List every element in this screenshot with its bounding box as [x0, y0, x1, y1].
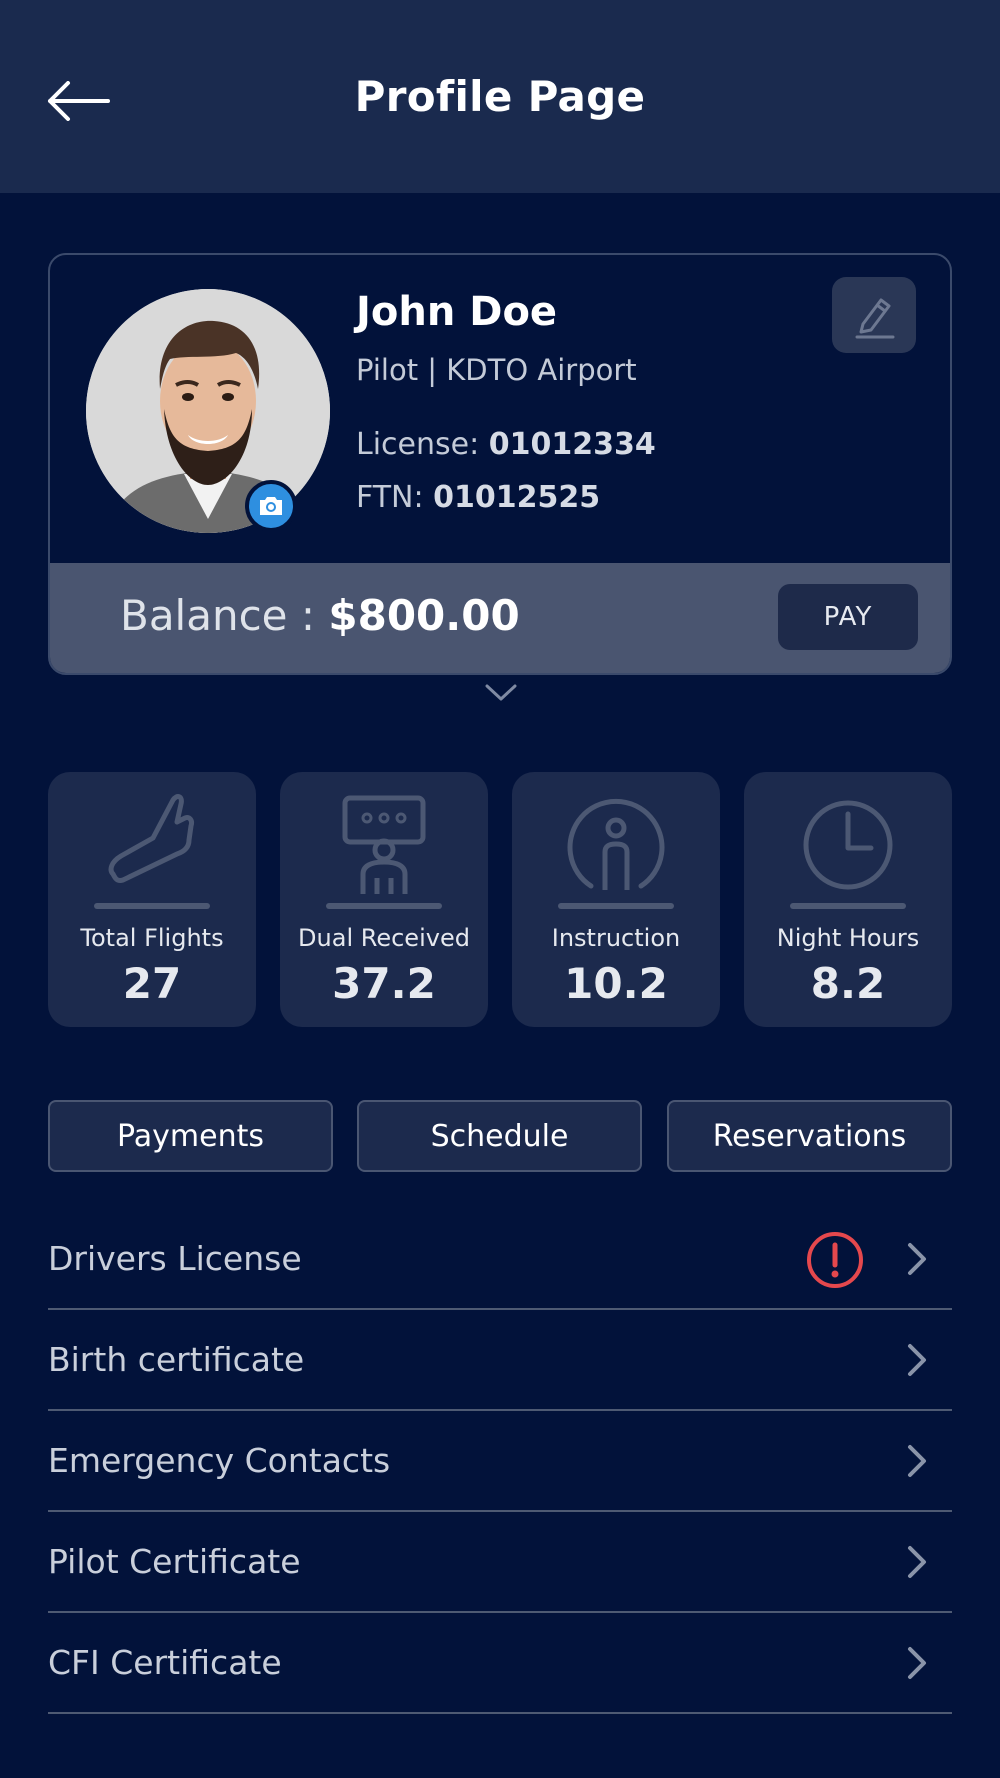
ftn-number: FTN: 01012525 — [356, 480, 600, 515]
chevron-down-icon — [485, 684, 517, 701]
chevron-right-icon — [908, 1344, 926, 1376]
chevron-right-icon — [908, 1445, 926, 1477]
tab-payments[interactable]: Payments — [48, 1100, 333, 1172]
list-item-label: CFI Certificate — [48, 1643, 282, 1682]
tab-schedule[interactable]: Schedule — [357, 1100, 642, 1172]
alert-icon — [807, 1232, 863, 1288]
chevron-right-icon — [908, 1546, 926, 1578]
stat-value: 27 — [122, 959, 182, 1008]
expand-button[interactable] — [484, 680, 518, 706]
stat-card-dual-received[interactable]: Dual Received 37.2 — [280, 772, 488, 1027]
list-item-emergency-contacts[interactable]: Emergency Contacts — [48, 1411, 952, 1512]
stat-label: Dual Received — [298, 924, 470, 952]
user-role: Pilot | KDTO Airport — [356, 353, 637, 387]
balance-amount: $800.00 — [328, 591, 520, 640]
balance-bar: Balance : $800.00 PAY — [50, 563, 950, 673]
stat-label: Total Flights — [80, 924, 224, 952]
license-label: License: — [356, 427, 480, 462]
list-item-drivers-license[interactable]: Drivers License — [48, 1209, 952, 1310]
stat-card-instruction[interactable]: Instruction 10.2 — [512, 772, 720, 1027]
stat-divider — [558, 903, 674, 909]
edit-profile-button[interactable] — [832, 277, 916, 353]
stat-card-night-hours[interactable]: Night Hours 8.2 — [744, 772, 952, 1027]
stat-label: Night Hours — [776, 924, 920, 952]
tab-reservations[interactable]: Reservations — [667, 1100, 952, 1172]
user-name: John Doe — [356, 289, 558, 335]
stat-label: Instruction — [551, 924, 681, 952]
license-number: License: 01012334 — [356, 427, 656, 462]
person-circle-icon — [567, 798, 665, 890]
clock-icon — [803, 800, 893, 890]
ftn-value: 01012525 — [433, 480, 601, 515]
top-app-bar: Profile Page — [0, 0, 1000, 193]
balance: Balance : $800.00 — [120, 591, 520, 640]
stat-value: 37.2 — [332, 959, 436, 1008]
airplane-icon — [108, 794, 194, 883]
balance-label: Balance : — [120, 591, 316, 640]
page-title: Profile Page — [354, 72, 646, 121]
license-value: 01012334 — [488, 427, 656, 462]
list-item-birth-certificate[interactable]: Birth certificate — [48, 1310, 952, 1411]
pay-button[interactable]: PAY — [778, 584, 918, 650]
chevron-right-icon — [908, 1647, 926, 1679]
change-photo-button[interactable] — [245, 480, 297, 532]
list-item-cfi-certificate[interactable]: CFI Certificate — [48, 1613, 952, 1714]
stat-card-total-flights[interactable]: Total Flights 27 — [48, 772, 256, 1027]
stat-value: 8.2 — [810, 959, 886, 1008]
profile-card: John Doe Pilot | KDTO Airport License: 0… — [48, 253, 952, 675]
list-item-pilot-certificate[interactable]: Pilot Certificate — [48, 1512, 952, 1613]
list-item-label: Birth certificate — [48, 1340, 305, 1379]
list-item-label: Emergency Contacts — [48, 1441, 391, 1480]
chevron-right-icon — [908, 1243, 926, 1275]
camera-icon — [260, 497, 282, 515]
list-item-label: Drivers License — [48, 1239, 302, 1278]
ftn-label: FTN: — [356, 480, 424, 515]
pencil-icon — [855, 298, 895, 339]
stat-divider — [94, 903, 210, 909]
stat-divider — [326, 903, 442, 909]
instructor-icon — [342, 795, 426, 894]
list-item-label: Pilot Certificate — [48, 1542, 301, 1581]
stat-divider — [790, 903, 906, 909]
stat-value: 10.2 — [564, 959, 668, 1008]
